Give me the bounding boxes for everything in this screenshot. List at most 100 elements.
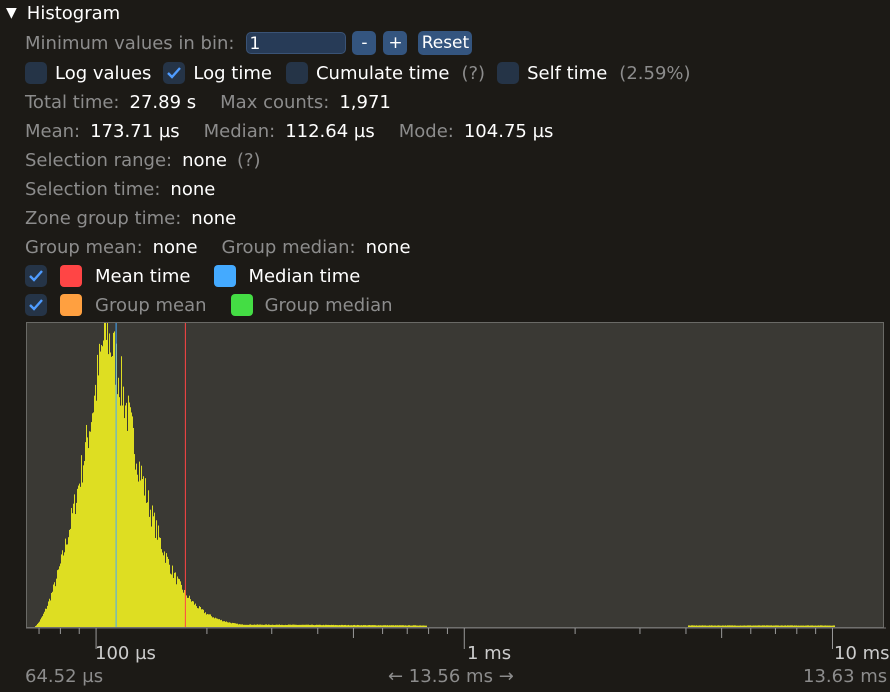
reset-button[interactable]: Reset	[418, 31, 473, 55]
histogram-bar	[138, 481, 139, 627]
histogram-bar	[104, 320, 105, 627]
histogram-bar	[72, 513, 73, 627]
histogram-bar	[130, 407, 131, 627]
checkmark-icon	[167, 67, 182, 79]
histogram-bar	[100, 351, 101, 627]
median-time-label: Median time	[248, 265, 361, 287]
histogram-bar	[192, 601, 193, 627]
histogram-bar	[189, 595, 190, 627]
histogram-bar	[175, 572, 176, 627]
histogram-bar	[136, 463, 137, 627]
log-time-label: Log time	[193, 62, 272, 84]
histogram-bar	[48, 601, 49, 627]
histogram-bar	[67, 544, 68, 627]
histogram-bar	[76, 502, 77, 627]
histogram-bar	[202, 609, 203, 627]
selection-range-row: Selection range: none (?)	[25, 147, 261, 173]
histogram-bar	[93, 412, 94, 627]
cumulate-time-label: Cumulate time	[315, 62, 450, 84]
group-stats-row: Group mean: none Group median: none	[25, 234, 411, 260]
histogram-bar	[110, 352, 111, 627]
histogram-bar	[75, 514, 76, 627]
histogram-bar	[160, 537, 161, 627]
histogram-bar	[191, 601, 192, 627]
histogram-bar	[200, 607, 201, 627]
log-time-checkbox[interactable]	[163, 62, 186, 84]
total-time-value: 27.89 s	[129, 91, 197, 113]
collapse-triangle-icon[interactable]: ▼	[6, 5, 17, 21]
histogram-bar	[119, 397, 120, 627]
histogram-bar	[198, 608, 199, 627]
histogram-plot[interactable]	[26, 300, 884, 628]
histogram-bar	[111, 356, 112, 627]
histogram-bar	[47, 605, 48, 627]
histogram-bar	[81, 455, 82, 627]
group-median-value: none	[365, 236, 411, 258]
histogram-bar	[206, 614, 207, 627]
histogram-bar	[188, 597, 189, 627]
histogram-bar	[180, 581, 181, 627]
min-values-input[interactable]: 1	[246, 32, 347, 54]
min-values-row: Minimum values in bin: 1 - + Reset	[25, 30, 473, 56]
histogram-bar	[177, 576, 178, 627]
histogram-bar	[181, 584, 182, 627]
checkmark-icon	[29, 299, 43, 311]
show-time-markers-checkbox[interactable]	[25, 265, 47, 287]
histogram-bar	[42, 616, 43, 627]
log-values-checkbox[interactable]	[25, 62, 47, 84]
selection-time-label: Selection time:	[25, 178, 161, 200]
histogram-bar	[141, 465, 142, 627]
histogram-bar	[179, 579, 180, 627]
mean-value: 173.71 µs	[90, 120, 180, 142]
histogram-bar	[83, 465, 84, 627]
cumulate-help[interactable]: (?)	[461, 63, 485, 84]
decrement-button[interactable]: -	[352, 31, 377, 55]
histogram-bars	[35, 300, 835, 627]
histogram-bar	[140, 480, 141, 627]
histogram-bar	[123, 386, 124, 627]
histogram-bar	[58, 569, 59, 627]
histogram-bar	[162, 552, 163, 627]
self-time-label: Self time	[527, 62, 608, 84]
cumulate-time-checkbox[interactable]	[285, 62, 308, 84]
histogram-bar	[63, 555, 64, 627]
zone-group-time-value: none	[191, 207, 237, 229]
histogram-bar	[135, 469, 136, 627]
histogram-bar	[142, 479, 143, 627]
histogram-bar	[152, 505, 153, 627]
self-time-checkbox[interactable]	[497, 62, 520, 84]
histogram-bar	[201, 609, 202, 627]
histogram-bar	[99, 343, 100, 627]
histogram-bar	[73, 503, 74, 627]
histogram-bar	[167, 556, 168, 627]
group-mean-label: Group mean:	[25, 236, 143, 258]
histogram-bar	[87, 437, 88, 627]
selection-time-row: Selection time: none	[25, 176, 215, 202]
histogram-bar	[164, 551, 165, 627]
histogram-bar	[40, 619, 41, 627]
median-label: Median:	[203, 120, 276, 142]
histogram-bar	[165, 562, 166, 627]
histogram-bar	[77, 488, 78, 627]
histogram-bar	[71, 508, 72, 627]
histogram-bar	[213, 617, 214, 627]
histogram-bar	[133, 427, 134, 627]
histogram-bar	[221, 619, 222, 627]
histogram-bar	[54, 582, 55, 627]
histogram-bar	[163, 555, 164, 627]
histogram-bar	[85, 442, 86, 627]
histogram-bar	[157, 539, 158, 627]
histogram-bar	[89, 431, 90, 627]
histogram-header[interactable]: ▼ Histogram	[6, 0, 120, 26]
selection-help[interactable]: (?)	[237, 150, 261, 171]
histogram-bar	[218, 619, 219, 627]
histogram-bar	[90, 431, 91, 627]
show-group-markers-checkbox[interactable]	[25, 294, 47, 316]
checkmark-icon	[29, 270, 43, 282]
histogram-bar	[82, 482, 83, 627]
histogram-bar	[51, 592, 52, 627]
mean-label: Mean:	[25, 120, 81, 142]
histogram-bar	[126, 402, 127, 627]
increment-button[interactable]: +	[383, 31, 408, 55]
histogram-bar	[53, 584, 54, 627]
